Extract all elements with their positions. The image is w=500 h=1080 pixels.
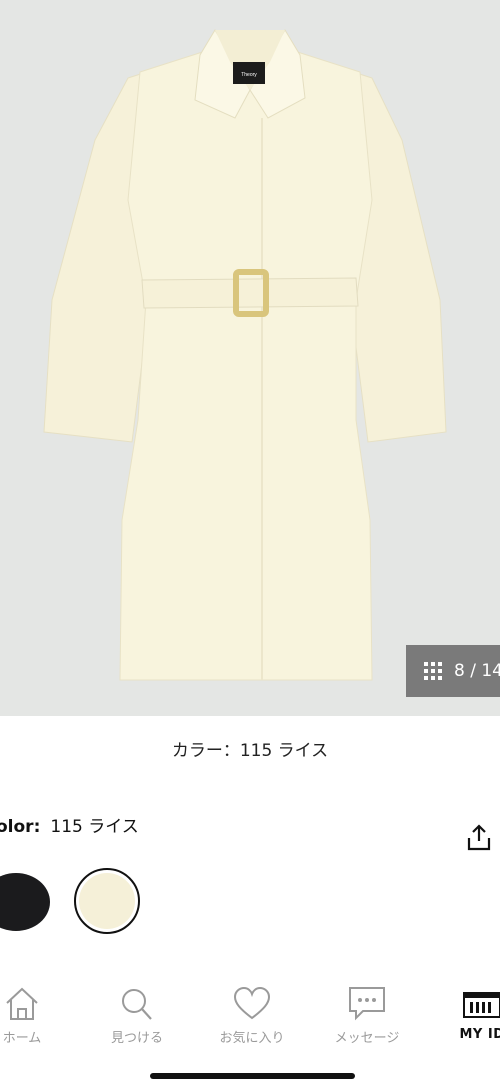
swatch-rice-fill <box>79 873 135 929</box>
home-indicator <box>150 1073 355 1079</box>
grid-icon <box>424 662 442 680</box>
image-counter-text: 8 / 14 <box>454 661 500 681</box>
color-selector-label: olor: 115 ライス <box>0 812 139 837</box>
color-swatch-black[interactable] <box>0 873 50 931</box>
nav-label-home: ホーム <box>2 1031 42 1046</box>
nav-item-messages[interactable]: メッセージ <box>317 975 417 1055</box>
nav-item-discover[interactable]: 見つける <box>87 975 187 1055</box>
image-caption: カラー：115 ライス <box>171 741 329 761</box>
home-icon <box>6 987 38 1020</box>
color-label-title: olor: <box>0 817 41 837</box>
heart-icon <box>233 986 271 1020</box>
share-icon <box>467 824 491 851</box>
color-label-value: 115 ライス <box>50 817 139 837</box>
message-icon <box>349 987 385 1021</box>
nav-label-discover: 見つける <box>110 1031 163 1046</box>
product-image[interactable]: Theory 8 / 14 <box>0 0 500 716</box>
bottom-nav: ホーム 見つける お気に入り メッセージ MY ID <box>0 975 500 1080</box>
color-swatch-rice[interactable] <box>74 868 140 934</box>
nav-item-favorites[interactable]: お気に入り <box>202 975 302 1055</box>
barcode-icon <box>463 992 500 1018</box>
share-button[interactable] <box>466 824 492 852</box>
nav-item-my-id[interactable]: MY ID <box>432 975 500 1055</box>
coat-illustration: Theory <box>43 29 447 681</box>
image-counter[interactable]: 8 / 14 <box>406 645 500 697</box>
nav-label-messages: メッセージ <box>334 1031 400 1046</box>
brand-tag: Theory <box>241 72 257 78</box>
search-icon <box>122 989 152 1020</box>
nav-label-my-id: MY ID <box>459 1027 500 1042</box>
nav-label-favorites: お気に入り <box>219 1031 285 1046</box>
nav-item-home[interactable]: ホーム <box>0 975 72 1055</box>
